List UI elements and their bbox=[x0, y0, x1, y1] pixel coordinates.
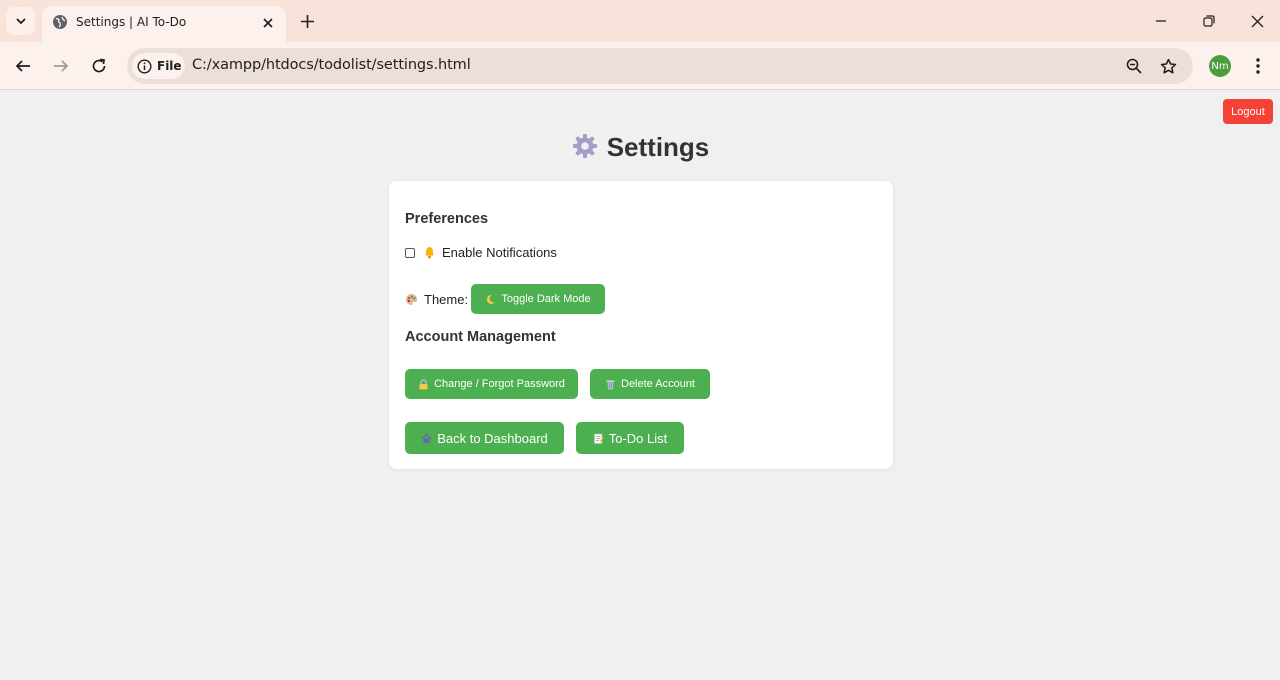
close-icon bbox=[1251, 15, 1263, 27]
site-info-label: File bbox=[157, 59, 182, 73]
browser-menu-button[interactable] bbox=[1248, 54, 1268, 78]
chevron-down-icon bbox=[15, 18, 26, 25]
moon-icon bbox=[487, 294, 496, 304]
back-to-dashboard-label: Back to Dashboard bbox=[437, 430, 548, 446]
home-icon bbox=[421, 433, 432, 443]
star-icon bbox=[1160, 58, 1176, 74]
notifications-row: Enable Notifications bbox=[405, 245, 557, 260]
reload-icon bbox=[92, 58, 106, 73]
lock-icon bbox=[419, 378, 428, 389]
restore-icon bbox=[1203, 15, 1215, 27]
zoom-out-icon bbox=[1126, 58, 1142, 74]
forward-button[interactable] bbox=[49, 54, 73, 78]
bookmark-button[interactable] bbox=[1158, 56, 1178, 76]
theme-label: Theme: bbox=[424, 292, 469, 307]
minimize-icon bbox=[1156, 20, 1166, 22]
reload-button[interactable] bbox=[87, 54, 111, 78]
back-to-dashboard-button[interactable]: Back to Dashboard bbox=[405, 422, 564, 454]
delete-account-button[interactable]: Delete Account bbox=[590, 369, 710, 399]
preferences-heading: Preferences bbox=[405, 211, 489, 227]
close-window-button[interactable] bbox=[1243, 8, 1271, 34]
toggle-dark-mode-button[interactable]: Toggle Dark Mode bbox=[471, 284, 605, 314]
site-info-chip[interactable]: File bbox=[132, 53, 185, 79]
browser-toolbar: File C:/xampp/htdocs/todolist/settings.h… bbox=[0, 42, 1280, 90]
close-icon bbox=[263, 18, 273, 28]
url-text[interactable]: C:/xampp/htdocs/todolist/settings.html bbox=[192, 57, 471, 73]
tab-close-button[interactable] bbox=[259, 14, 277, 32]
change-password-button[interactable]: Change / Forgot Password bbox=[405, 369, 578, 399]
new-tab-button[interactable] bbox=[296, 10, 318, 32]
tab-search-button[interactable] bbox=[6, 7, 35, 35]
info-icon bbox=[137, 58, 152, 74]
arrow-left-icon bbox=[15, 60, 30, 72]
change-password-label: Change / Forgot Password bbox=[434, 378, 565, 390]
todo-list-button[interactable]: To-Do List bbox=[576, 422, 684, 454]
page-title-text: Settings bbox=[606, 132, 710, 162]
settings-card: Preferences Enable Notifications Theme: … bbox=[389, 181, 893, 469]
todo-list-label: To-Do List bbox=[608, 430, 668, 446]
notifications-label: Enable Notifications bbox=[442, 245, 557, 260]
trash-icon bbox=[606, 380, 615, 389]
bell-icon bbox=[425, 247, 434, 259]
restore-button[interactable] bbox=[1195, 8, 1223, 34]
delete-account-label: Delete Account bbox=[621, 378, 695, 390]
notifications-checkbox[interactable] bbox=[405, 247, 415, 258]
zoom-button[interactable] bbox=[1124, 56, 1144, 76]
tab-strip: Settings | AI To-Do bbox=[0, 0, 1280, 42]
theme-row: Theme: bbox=[405, 292, 468, 307]
plus-icon bbox=[300, 14, 314, 28]
gear-icon bbox=[572, 134, 597, 158]
address-bar[interactable]: File C:/xampp/htdocs/todolist/settings.h… bbox=[127, 48, 1193, 84]
back-button[interactable] bbox=[11, 54, 35, 78]
more-vert-icon bbox=[1256, 58, 1260, 74]
profile-avatar[interactable]: Nm bbox=[1209, 55, 1231, 77]
memo-icon bbox=[593, 433, 604, 444]
account-management-heading: Account Management bbox=[405, 329, 556, 345]
page-title: Settings bbox=[0, 132, 1280, 163]
toggle-dark-mode-label: Toggle Dark Mode bbox=[501, 293, 591, 305]
tab-title: Settings | AI To-Do bbox=[76, 15, 187, 29]
arrow-right-icon bbox=[54, 60, 69, 72]
minimize-button[interactable] bbox=[1147, 8, 1175, 34]
palette-icon bbox=[406, 294, 417, 305]
active-tab[interactable]: Settings | AI To-Do bbox=[42, 6, 286, 42]
logout-button[interactable]: Logout bbox=[1223, 99, 1273, 124]
globe-icon bbox=[53, 15, 67, 29]
